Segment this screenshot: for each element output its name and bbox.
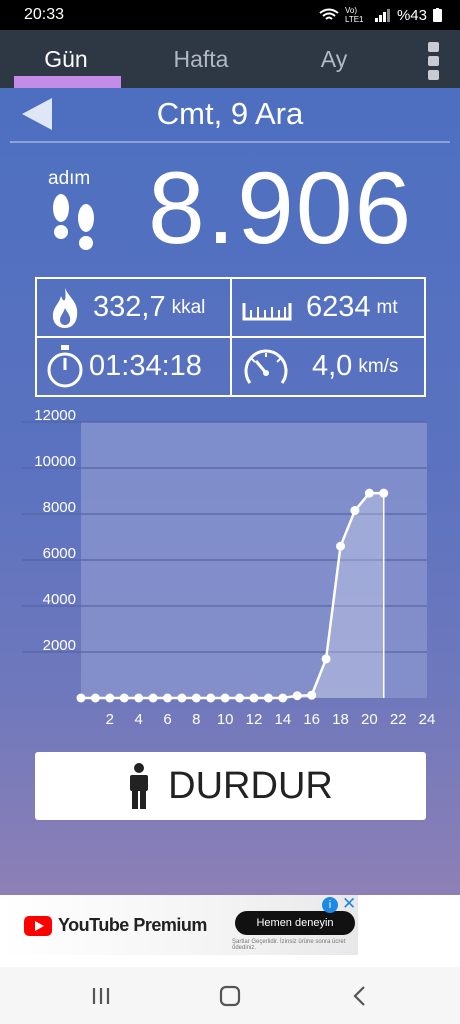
ad-brand: YouTube Premium: [58, 915, 207, 935]
tab-bar: Gün Hafta Ay: [0, 30, 460, 88]
ad-info-icon[interactable]: i: [322, 897, 338, 913]
data-point: [191, 693, 201, 703]
ad-close-icon[interactable]: ✕: [342, 894, 356, 914]
overflow-menu-icon[interactable]: [428, 42, 442, 80]
data-point: [134, 693, 144, 703]
distance-value: 6234: [306, 291, 371, 323]
flame-icon: [52, 287, 78, 328]
data-point: [163, 693, 172, 703]
tab-week-label: Hafta: [173, 45, 229, 72]
tab-day-label: Gün: [44, 45, 88, 72]
x-tick-label: 22: [390, 711, 407, 728]
footprints-icon: [53, 194, 94, 250]
main-content: Cmt, 9 Ara adım 8.906 332,7 kkal 6234 mt: [0, 88, 460, 895]
steps-chart: 200040006000800010000120002 4 6 8 10 12 14 16 18…: [22, 407, 436, 728]
tab-month[interactable]: Ay: [274, 30, 394, 88]
battery-icon: [433, 8, 442, 22]
data-point: [263, 693, 273, 703]
duration-stat: 01:34:18: [45, 338, 202, 395]
x-tick-label: 6: [163, 711, 171, 728]
status-time: 20:33: [24, 6, 65, 23]
data-point: [105, 693, 115, 703]
stopwatch-icon: [47, 344, 83, 387]
calories-stat: 332,7 kkal: [49, 279, 205, 336]
y-tick-label: 8000: [43, 499, 76, 516]
stop-button-label: DURDUR: [168, 764, 333, 807]
back-arrow-icon[interactable]: [22, 98, 52, 130]
speed-stat: 4,0 km/s: [242, 338, 398, 395]
speed-unit: km/s: [358, 355, 399, 377]
recent-apps-icon[interactable]: [86, 983, 116, 1009]
data-point: [278, 693, 288, 703]
ad-cta-button[interactable]: Hemen deneyin: [235, 911, 355, 935]
data-point: [148, 693, 158, 703]
x-tick-label: 8: [192, 711, 200, 728]
data-point: [350, 506, 360, 516]
date-header: Cmt, 9 Ara: [0, 88, 460, 140]
distance-unit: mt: [376, 296, 398, 318]
stats-grid: 332,7 kkal 6234 mt 01:34:18 4,0 km/s: [35, 277, 426, 397]
data-point: [379, 488, 389, 498]
status-icons: Vo) LTE1 %43: [319, 6, 442, 24]
back-icon[interactable]: [345, 983, 375, 1009]
speedometer-icon: [244, 349, 288, 384]
calories-unit: kkal: [171, 296, 206, 318]
x-tick-label: 18: [332, 711, 349, 728]
youtube-logo: YouTube Premium: [24, 915, 207, 936]
duration-value: 01:34:18: [89, 350, 202, 382]
x-tick-label: 20: [361, 711, 378, 728]
data-point: [90, 693, 100, 703]
x-tick-label: 10: [217, 711, 234, 728]
ruler-icon: [242, 302, 292, 320]
tab-week[interactable]: Hafta: [141, 30, 261, 88]
x-tick-label: 2: [106, 711, 114, 728]
data-point: [249, 693, 259, 703]
youtube-play-icon: [24, 915, 52, 936]
steps-label: adım: [48, 168, 91, 189]
data-point: [119, 693, 129, 703]
data-point: [177, 693, 187, 703]
person-icon: [130, 763, 149, 809]
status-bar: 20:33 Vo) LTE1 %43: [0, 0, 460, 30]
date-label: Cmt, 9 Ara: [156, 96, 304, 131]
data-point: [235, 693, 245, 703]
y-tick-label: 2000: [43, 637, 76, 654]
data-point: [364, 488, 374, 498]
ad-banner[interactable]: YouTube Premium Hemen deneyin Şartlar Ge…: [0, 895, 358, 955]
navigation-bar: [0, 967, 460, 1024]
y-tick-label: 6000: [43, 545, 76, 562]
wifi-icon: [319, 8, 339, 20]
x-tick-label: 14: [274, 711, 291, 728]
battery-percent: %43: [396, 6, 427, 24]
data-point: [206, 693, 216, 703]
stop-button[interactable]: DURDUR: [35, 752, 426, 820]
tab-month-label: Ay: [320, 45, 348, 72]
divider: [10, 141, 450, 143]
steps-count: 8.906: [148, 151, 414, 265]
network-label: Vo) LTE1: [344, 6, 364, 24]
x-tick-label: 4: [134, 711, 142, 728]
y-tick-label: 10000: [34, 453, 76, 470]
home-icon[interactable]: [215, 983, 245, 1009]
y-tick-label: 12000: [34, 407, 76, 424]
data-point: [321, 654, 331, 664]
calories-value: 332,7: [93, 291, 166, 323]
signal-icon: [374, 9, 390, 22]
x-tick-label: 24: [419, 711, 436, 728]
x-tick-label: 16: [303, 711, 320, 728]
data-point: [76, 693, 86, 703]
data-point: [307, 690, 317, 700]
data-point: [220, 693, 230, 703]
ad-fine-print: Şartlar Geçerlidir. İzinsiz ürüne sonra …: [232, 939, 346, 951]
x-tick-label: 12: [246, 711, 263, 728]
speed-value: 4,0: [312, 350, 353, 382]
y-tick-label: 4000: [43, 591, 76, 608]
data-point: [336, 541, 345, 551]
data-point: [292, 691, 302, 701]
active-tab-indicator: [14, 76, 121, 88]
distance-stat: 6234 mt: [242, 279, 398, 336]
